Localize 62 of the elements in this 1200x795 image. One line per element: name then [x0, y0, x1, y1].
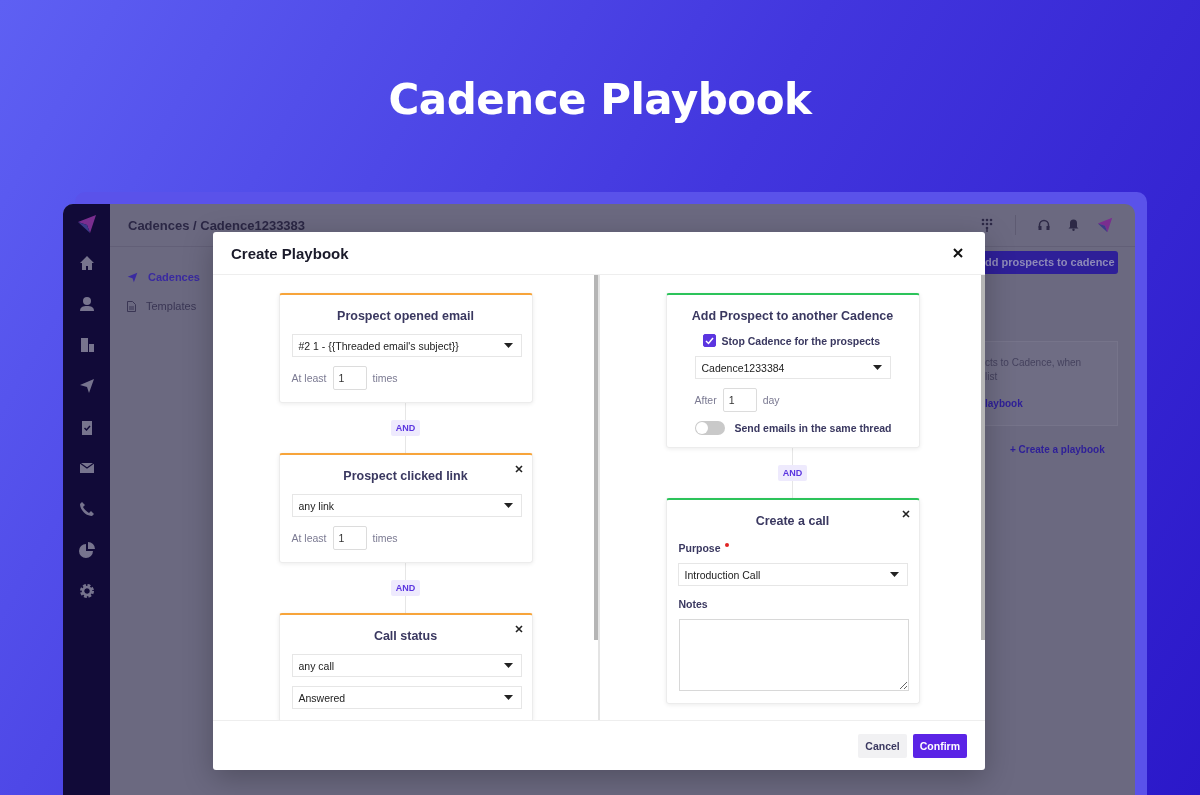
- and-chip: AND: [777, 465, 808, 481]
- modal-title: Create Playbook: [231, 244, 349, 262]
- logo-icon: [76, 214, 97, 234]
- bell-icon[interactable]: [1068, 219, 1079, 231]
- home-icon[interactable]: [78, 255, 95, 271]
- settings-icon[interactable]: [78, 583, 95, 599]
- caret-icon: [503, 343, 513, 348]
- send-icon[interactable]: [78, 378, 95, 394]
- caret-icon: [889, 572, 899, 577]
- building-icon[interactable]: [78, 337, 95, 353]
- confirm-button[interactable]: Confirm: [912, 733, 967, 758]
- pie-chart-icon[interactable]: [78, 542, 95, 558]
- document-icon: [127, 300, 136, 312]
- checkbox-label: Stop Cadence for the prospects: [721, 334, 881, 347]
- close-icon[interactable]: [901, 510, 910, 518]
- field-label: At least: [291, 532, 327, 544]
- and-chip: AND: [390, 420, 421, 436]
- caret-icon: [872, 365, 882, 370]
- dropdown[interactable]: #2 1 - {{Threaded email's subject}}: [291, 334, 522, 357]
- dropdown[interactable]: any call: [291, 654, 522, 677]
- field-label: At least: [291, 372, 327, 384]
- caret-icon: [503, 663, 513, 668]
- close-icon[interactable]: [514, 465, 523, 473]
- banner-title: Cadence Playbook: [388, 74, 812, 126]
- phone-icon[interactable]: [78, 501, 95, 517]
- scrollbar[interactable]: [981, 275, 985, 640]
- breadcrumb: Cadences / Cadence1233383: [128, 217, 306, 233]
- dropdown[interactable]: any link: [291, 494, 522, 517]
- dropdown[interactable]: Cadence1233384: [694, 356, 891, 379]
- card-title: Prospect opened email: [337, 308, 474, 325]
- toggle-label: Send emails in the same thread: [734, 422, 892, 434]
- notes-field[interactable]: [678, 619, 909, 691]
- field-label: Notes: [678, 598, 708, 610]
- count-field[interactable]: 1: [332, 526, 367, 550]
- field-label: After: [694, 394, 717, 406]
- delay-field[interactable]: 1: [722, 388, 757, 412]
- card-title: Add Prospect to another Cadence: [691, 308, 894, 325]
- send-icon: [127, 271, 138, 283]
- card-title: Call status: [373, 628, 438, 645]
- unit-label: times: [372, 372, 398, 384]
- card-title: Prospect clicked link: [343, 468, 468, 485]
- caret-icon: [503, 695, 513, 700]
- caret-icon: [503, 503, 513, 508]
- count-field[interactable]: 1: [332, 366, 367, 390]
- headset-icon[interactable]: [1038, 219, 1050, 231]
- mail-icon[interactable]: [78, 460, 95, 476]
- unit-label: times: [372, 532, 398, 544]
- close-icon[interactable]: [514, 625, 523, 633]
- user-icon[interactable]: [78, 296, 95, 312]
- cancel-button[interactable]: Cancel: [858, 733, 907, 758]
- scrollbar[interactable]: [594, 275, 598, 640]
- toggle-switch[interactable]: [694, 421, 725, 435]
- checkbox[interactable]: [702, 334, 716, 347]
- field-label: Purpose: [678, 542, 721, 554]
- dropdown[interactable]: Answered: [291, 686, 522, 709]
- add-prospects-button[interactable]: dd prospects to cadence: [985, 251, 1118, 274]
- and-chip: AND: [390, 580, 421, 596]
- unit-label: day: [762, 394, 780, 406]
- keypad-icon[interactable]: [981, 218, 993, 232]
- dropdown[interactable]: Introduction Call: [677, 563, 908, 586]
- card-title: Create a call: [755, 513, 830, 530]
- close-icon[interactable]: [953, 248, 963, 258]
